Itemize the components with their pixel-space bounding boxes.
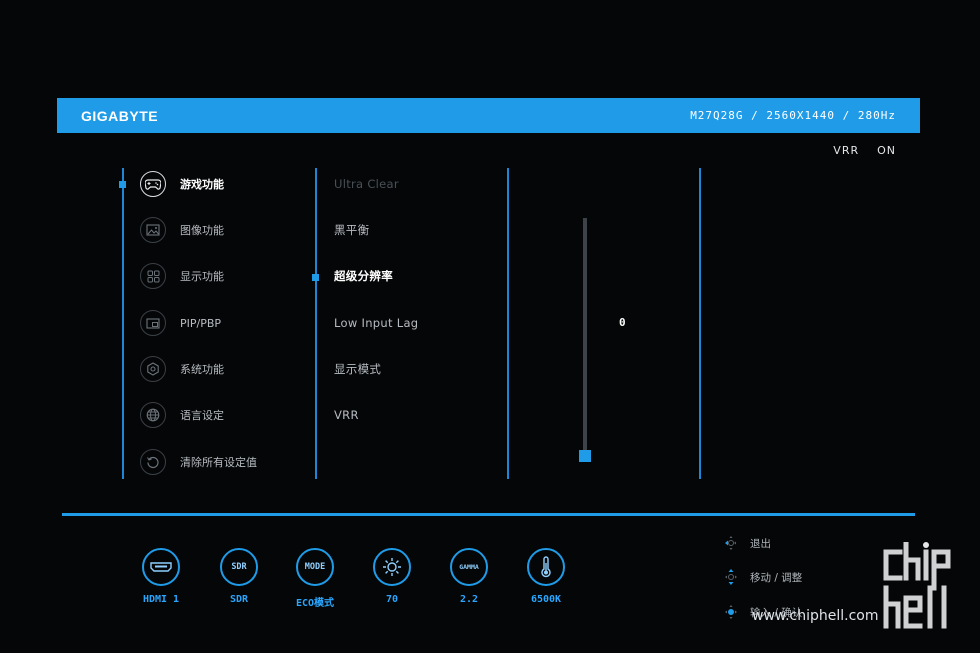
super-resolution-slider-thumb[interactable]	[579, 450, 591, 462]
model-info: M27Q28G / 2560X1440 / 280Hz	[690, 109, 896, 122]
status-dynamic-range: SDR SDR	[216, 548, 262, 605]
main-menu-item-system[interactable]: 系统功能	[140, 354, 224, 384]
column-divider	[315, 168, 317, 479]
sub-menu-selection-marker	[312, 274, 319, 281]
nav-hint-label: 移动 / 调整	[750, 571, 803, 584]
gear-icon	[140, 356, 166, 382]
sub-menu-item-ultra-clear[interactable]: Ultra Clear	[334, 169, 399, 199]
vrr-status-label: VRR	[833, 144, 860, 157]
pip-icon	[140, 310, 166, 336]
status-label: 2.2	[459, 594, 479, 605]
main-menu-label: 图像功能	[180, 224, 224, 237]
main-menu-item-display[interactable]: 显示功能	[140, 261, 224, 291]
main-menu-label: 语言设定	[180, 409, 224, 422]
picture-icon	[140, 217, 166, 243]
sub-menu-item-vrr[interactable]: VRR	[334, 400, 359, 430]
joystick-press-icon	[721, 603, 741, 621]
status-label: SDR	[229, 594, 249, 605]
column-divider	[507, 168, 509, 479]
status-label: ECO模式	[295, 598, 335, 609]
header-bar: GIGABYTE M27Q28G / 2560X1440 / 280Hz	[57, 98, 920, 133]
brand-logo: GIGABYTE	[81, 107, 159, 124]
status-gamma: GAMMA 2.2	[446, 548, 492, 605]
main-menu-label: 清除所有设定值	[180, 456, 257, 469]
main-menu-label: 游戏功能	[180, 178, 224, 191]
main-menu-item-pip-pbp[interactable]: PIP/PBP	[140, 308, 221, 338]
sub-menu-item-display-mode[interactable]: 显示模式	[334, 354, 381, 384]
main-menu-item-reset[interactable]: 清除所有设定值	[140, 447, 257, 477]
gamepad-icon	[140, 171, 166, 197]
nav-hint-move-adjust: 移动 / 调整	[721, 568, 802, 586]
sub-menu-item-low-input-lag[interactable]: Low Input Lag	[334, 308, 418, 338]
mode-icon: MODE	[296, 548, 334, 586]
vrr-status: VRR ON	[815, 144, 896, 157]
joystick-updown-icon	[721, 568, 741, 586]
status-picture-mode: MODE ECO模式	[292, 548, 338, 609]
nav-hint-label: 退出	[750, 537, 771, 550]
status-label: 70	[385, 594, 399, 605]
vrr-status-value: ON	[877, 144, 896, 157]
nav-hint-exit: 退出	[721, 534, 771, 552]
main-menu-label: PIP/PBP	[180, 316, 222, 330]
joystick-left-icon	[721, 534, 741, 552]
status-input-source: HDMI 1	[138, 548, 184, 605]
watermark-text: www.chiphell.com	[752, 608, 879, 624]
sdr-icon: SDR	[220, 548, 258, 586]
status-label: 6500K	[530, 594, 562, 605]
main-menu-label: 显示功能	[180, 270, 224, 283]
thermometer-icon	[527, 548, 565, 586]
bottom-divider	[62, 513, 915, 516]
gamma-icon: GAMMA	[450, 548, 488, 586]
main-menu-label: 系统功能	[180, 363, 224, 376]
status-brightness: 70	[369, 548, 415, 605]
status-label: HDMI 1	[142, 594, 180, 605]
status-color-temperature: 6500K	[523, 548, 569, 605]
globe-icon	[140, 402, 166, 428]
column-divider	[122, 168, 124, 479]
sub-menu-item-black-equalizer[interactable]: 黑平衡	[334, 215, 369, 245]
chiphell-logo	[883, 542, 951, 629]
main-menu-item-picture[interactable]: 图像功能	[140, 215, 224, 245]
main-menu-item-game[interactable]: 游戏功能	[140, 169, 224, 199]
super-resolution-slider-track[interactable]	[583, 218, 587, 458]
sub-menu-item-super-resolution[interactable]: 超级分辨率	[334, 261, 393, 291]
hdmi-icon	[142, 548, 180, 586]
reset-icon	[140, 449, 166, 475]
grid-icon	[140, 263, 166, 289]
slider-value: 0	[619, 316, 626, 329]
main-menu-selection-marker	[119, 181, 126, 188]
brightness-icon	[373, 548, 411, 586]
column-divider	[699, 168, 701, 479]
main-menu-item-language[interactable]: 语言设定	[140, 400, 224, 430]
